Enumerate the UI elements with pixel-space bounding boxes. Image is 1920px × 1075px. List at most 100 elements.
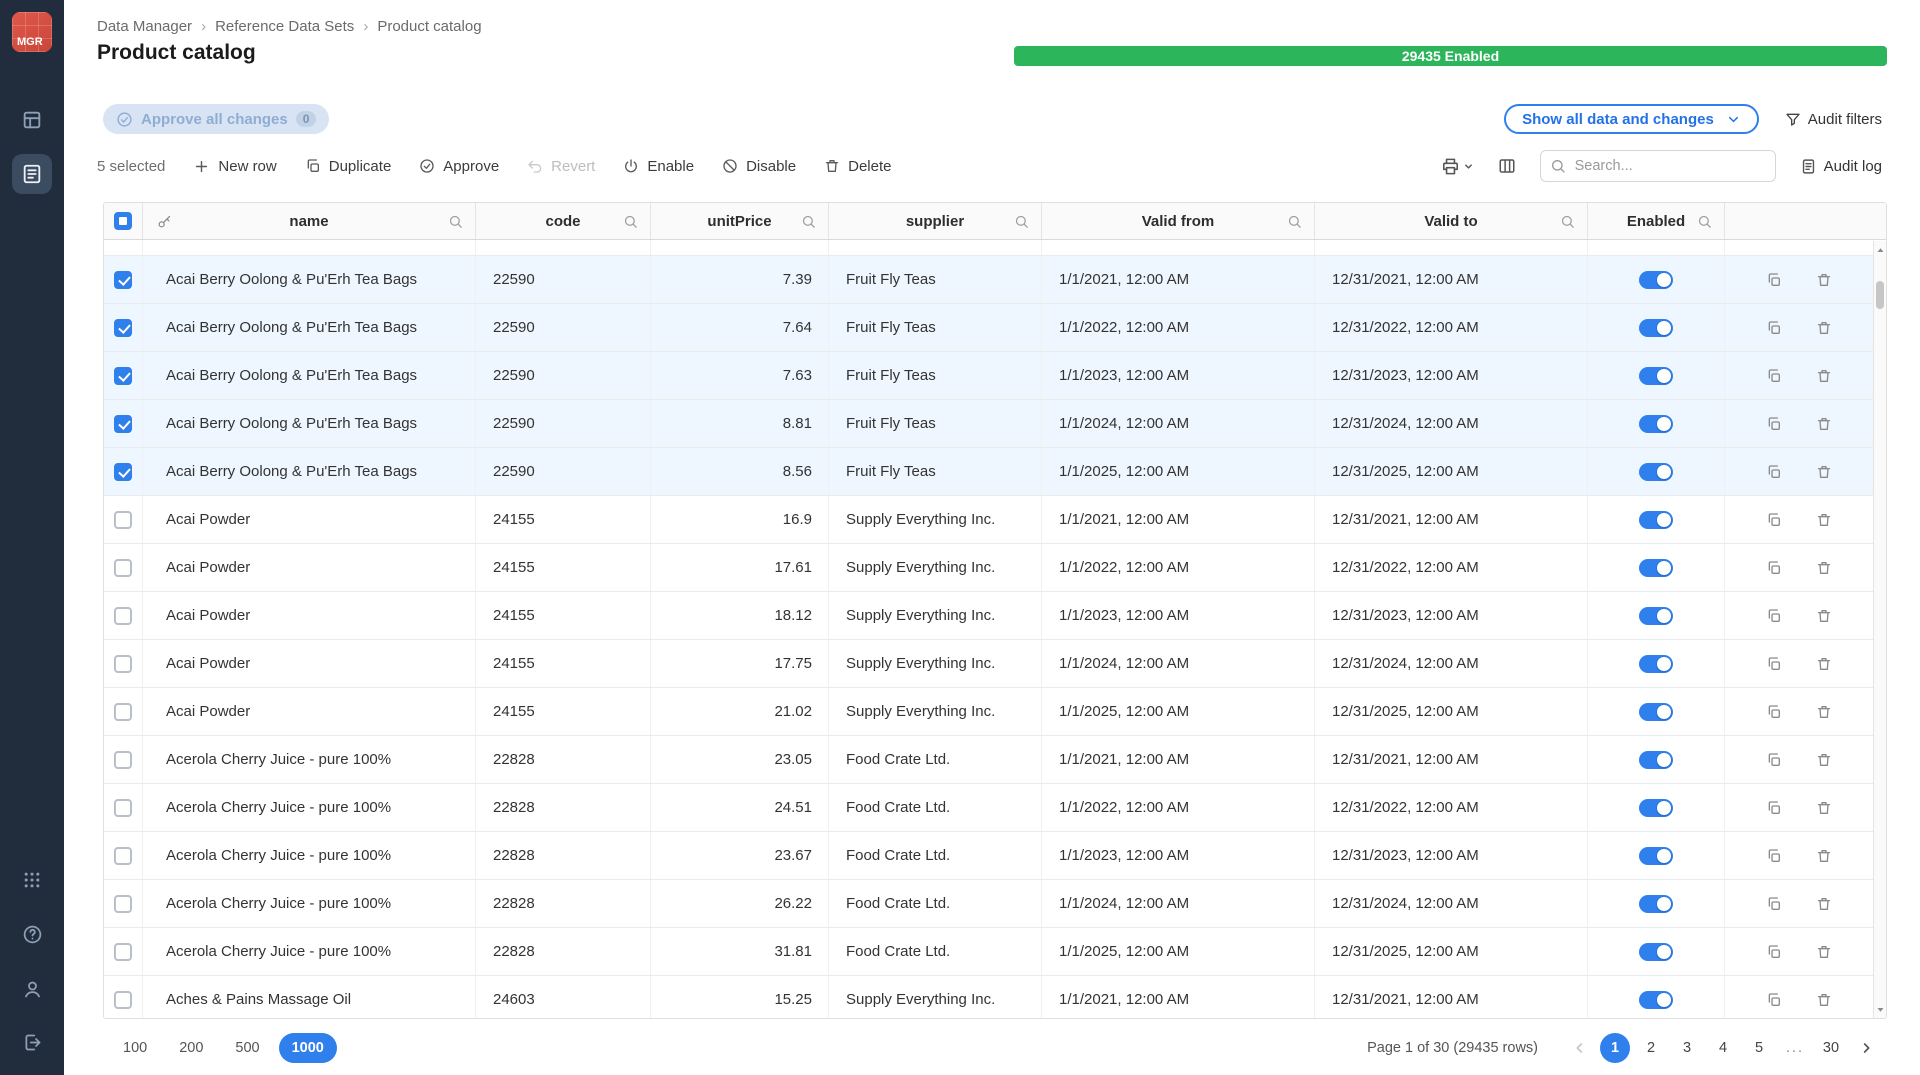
row-checkbox[interactable] [114, 367, 132, 385]
cell-name[interactable]: Acai Berry Oolong & Pu'Erh Tea Bags [143, 304, 476, 351]
cell-valid-from[interactable]: 1/1/2025, 12:00 AM [1042, 928, 1315, 975]
cell-code[interactable]: 22590 [476, 400, 651, 447]
cell-name[interactable]: Acerola Cherry Juice - pure 100% [143, 928, 476, 975]
cell-valid-from[interactable]: 1/1/2023, 12:00 AM [1042, 352, 1315, 399]
duplicate-row-icon[interactable] [1766, 608, 1782, 624]
row-checkbox[interactable] [114, 559, 132, 577]
cell-unitPrice[interactable]: 8.56 [651, 448, 829, 495]
cell-valid-to[interactable]: 12/31/2021, 12:00 AM [1315, 736, 1588, 783]
cell-code[interactable]: 22828 [476, 784, 651, 831]
column-header-unitPrice[interactable]: unitPrice [651, 203, 829, 239]
cell-name[interactable]: Acai Powder [143, 544, 476, 591]
duplicate-row-icon[interactable] [1766, 464, 1782, 480]
cell-valid-to[interactable]: 12/31/2023, 12:00 AM [1315, 592, 1588, 639]
cell-code[interactable]: 22828 [476, 736, 651, 783]
cell-name[interactable]: Aches & Pains Massage Oil [143, 976, 476, 1019]
duplicate-row-icon[interactable] [1766, 848, 1782, 864]
page-5[interactable]: 5 [1744, 1033, 1774, 1063]
cell-unitPrice[interactable]: 7.64 [651, 304, 829, 351]
page-size-1000[interactable]: 1000 [279, 1033, 337, 1063]
cell-code[interactable]: 22828 [476, 928, 651, 975]
approve-button[interactable]: Approve [419, 158, 499, 175]
sidebar-item-reference-data[interactable] [12, 154, 52, 194]
enabled-toggle[interactable] [1639, 943, 1673, 961]
column-search-icon[interactable] [1014, 214, 1029, 229]
row-checkbox[interactable] [114, 271, 132, 289]
app-logo[interactable]: MGR [12, 12, 52, 52]
duplicate-row-icon[interactable] [1766, 656, 1782, 672]
search-input[interactable] [1540, 150, 1776, 182]
columns-settings-button[interactable] [1498, 157, 1516, 175]
enabled-toggle[interactable] [1639, 463, 1673, 481]
enabled-toggle[interactable] [1639, 319, 1673, 337]
column-search-icon[interactable] [1287, 214, 1302, 229]
duplicate-row-icon[interactable] [1766, 800, 1782, 816]
column-search-icon[interactable] [1697, 214, 1712, 229]
cell-unitPrice[interactable]: 8.81 [651, 400, 829, 447]
duplicate-row-icon[interactable] [1766, 560, 1782, 576]
cell-valid-from[interactable]: 1/1/2024, 12:00 AM [1042, 640, 1315, 687]
enable-button[interactable]: Enable [623, 158, 694, 175]
cell-supplier[interactable]: Supply Everything Inc. [829, 544, 1042, 591]
duplicate-row-icon[interactable] [1766, 896, 1782, 912]
column-search-icon[interactable] [801, 214, 816, 229]
cell-valid-to[interactable]: 12/31/2024, 12:00 AM [1315, 400, 1588, 447]
cell-supplier[interactable]: Food Crate Ltd. [829, 736, 1042, 783]
page-2[interactable]: 2 [1636, 1033, 1666, 1063]
duplicate-row-icon[interactable] [1766, 368, 1782, 384]
cell-code[interactable]: 24155 [476, 688, 651, 735]
cell-unitPrice[interactable]: 23.67 [651, 832, 829, 879]
vertical-scrollbar[interactable] [1873, 241, 1886, 1018]
next-page-button[interactable] [1852, 1034, 1880, 1062]
cell-valid-to[interactable]: 12/31/2025, 12:00 AM [1315, 688, 1588, 735]
column-header-code[interactable]: code [476, 203, 651, 239]
column-header-enabled[interactable]: Enabled [1588, 203, 1725, 239]
page-size-100[interactable]: 100 [110, 1033, 160, 1063]
cell-unitPrice[interactable]: 26.22 [651, 880, 829, 927]
row-checkbox[interactable] [114, 415, 132, 433]
page-4[interactable]: 4 [1708, 1033, 1738, 1063]
delete-row-icon[interactable] [1816, 896, 1832, 912]
export-print-button[interactable] [1441, 157, 1474, 176]
enabled-toggle[interactable] [1639, 799, 1673, 817]
row-checkbox[interactable] [114, 847, 132, 865]
duplicate-button[interactable]: Duplicate [305, 158, 392, 175]
delete-row-icon[interactable] [1816, 656, 1832, 672]
duplicate-row-icon[interactable] [1766, 272, 1782, 288]
page-1[interactable]: 1 [1600, 1033, 1630, 1063]
cell-supplier[interactable]: Supply Everything Inc. [829, 496, 1042, 543]
disable-button[interactable]: Disable [722, 158, 796, 175]
delete-row-icon[interactable] [1816, 368, 1832, 384]
cell-name[interactable]: Acerola Cherry Juice - pure 100% [143, 880, 476, 927]
enabled-toggle[interactable] [1639, 751, 1673, 769]
duplicate-row-icon[interactable] [1766, 992, 1782, 1008]
enabled-toggle[interactable] [1639, 991, 1673, 1009]
audit-log-button[interactable]: Audit log [1800, 158, 1882, 175]
row-checkbox[interactable] [114, 463, 132, 481]
column-header-valid-to[interactable]: Valid to [1315, 203, 1588, 239]
cell-supplier[interactable]: Supply Everything Inc. [829, 640, 1042, 687]
enabled-toggle[interactable] [1639, 703, 1673, 721]
cell-supplier[interactable]: Fruit Fly Teas [829, 304, 1042, 351]
column-search-icon[interactable] [623, 214, 638, 229]
cell-unitPrice[interactable]: 15.25 [651, 976, 829, 1019]
cell-code[interactable]: 22828 [476, 832, 651, 879]
cell-valid-from[interactable]: 1/1/2022, 12:00 AM [1042, 304, 1315, 351]
cell-supplier[interactable]: Fruit Fly Teas [829, 256, 1042, 303]
cell-unitPrice[interactable]: 31.81 [651, 928, 829, 975]
page-3[interactable]: 3 [1672, 1033, 1702, 1063]
cell-valid-to[interactable]: 12/31/2022, 12:00 AM [1315, 544, 1588, 591]
cell-valid-to[interactable]: 12/31/2025, 12:00 AM [1315, 928, 1588, 975]
row-checkbox[interactable] [114, 751, 132, 769]
delete-row-icon[interactable] [1816, 800, 1832, 816]
cell-unitPrice[interactable]: 7.63 [651, 352, 829, 399]
enabled-toggle[interactable] [1639, 511, 1673, 529]
scroll-up-arrow[interactable] [1874, 243, 1886, 257]
row-checkbox[interactable] [114, 943, 132, 961]
delete-row-icon[interactable] [1816, 416, 1832, 432]
page-size-500[interactable]: 500 [222, 1033, 272, 1063]
sidebar-item-apps[interactable] [12, 860, 52, 900]
row-checkbox[interactable] [114, 703, 132, 721]
delete-row-icon[interactable] [1816, 848, 1832, 864]
cell-name[interactable]: Acai Powder [143, 496, 476, 543]
